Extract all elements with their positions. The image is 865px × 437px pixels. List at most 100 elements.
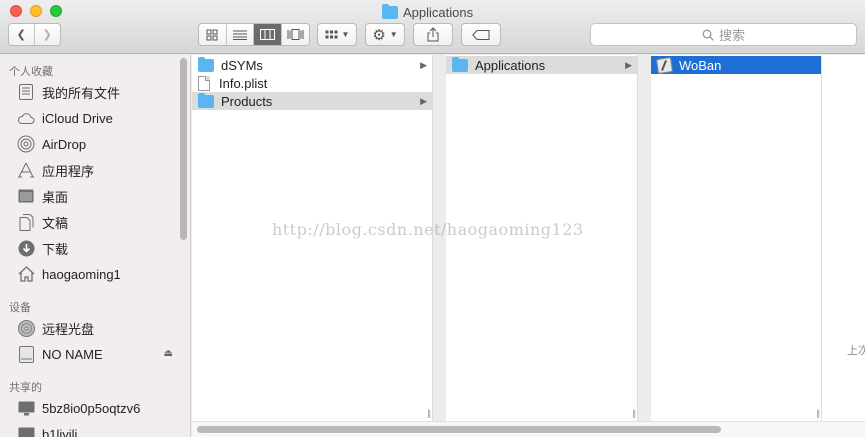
sidebar-item-label: 应用程序 [42,163,95,179]
applications-icon [17,161,35,179]
column-resize-handle[interactable]: || [427,408,431,418]
back-forward-control: ❮ ❯ [8,23,61,46]
search-placeholder: 搜索 [718,28,745,43]
tags-button[interactable] [461,23,501,46]
computer-icon [17,425,35,437]
drive-icon [17,345,35,363]
sidebar-item-label: 桌面 [42,189,69,205]
desktop-icon [17,187,35,205]
sidebar-item-label: NO NAME [42,346,103,362]
view-mode-control [198,23,310,46]
watermark: http://blog.csdn.net/haogaoming123 [272,220,584,239]
sidebar-item-label: 文稿 [42,215,69,231]
sidebar-item-documents[interactable]: 文稿 [17,211,177,233]
sidebar-item-applications[interactable]: 应用程序 [17,159,177,181]
browser-column-3: WoBan || [651,55,822,421]
list-item-label: Info.plist [219,75,268,91]
folder-icon [198,92,214,108]
column-resize-handle[interactable]: || [632,408,636,418]
sidebar-item-label: b1liyili [42,426,78,437]
list-item-label: WoBan [679,57,722,73]
sidebar-item-icloud-drive[interactable]: iCloud Drive [17,107,177,129]
back-button[interactable]: ❮ [9,24,35,45]
forward-icon: ❯ [42,29,52,41]
list-item-label: Products [221,93,273,109]
list-item[interactable]: Info.plist [192,74,432,92]
list-icon [232,30,247,40]
gear-icon: ⚙ [372,26,386,44]
sidebar-item-shared-computer[interactable]: 5bz8io0p5oqtzv6 [17,397,177,419]
folder-icon [382,3,398,19]
horizontal-scrollbar[interactable] [197,426,721,433]
list-item[interactable]: WoBan [651,56,821,74]
back-icon: ❮ [16,29,26,41]
sidebar-item-label: 远程光盘 [42,321,95,337]
folder-icon [452,56,468,72]
window-title-text: Applications [403,4,474,20]
share-button[interactable] [413,23,453,46]
sidebar-header-favorites: 个人收藏 [9,66,53,78]
sidebar-item-no-name[interactable]: NO NAME ⏏ [17,343,177,365]
document-icon [198,75,210,91]
window-title: Applications [382,3,473,21]
computer-icon [17,399,35,417]
sidebar-item-label: haogaoming1 [42,266,121,282]
preview-last-opened-label: 上次 [847,345,865,357]
sidebar-item-all-files[interactable]: 我的所有文件 [17,81,177,103]
sidebar-item-label: AirDrop [42,136,87,152]
share-icon [427,27,439,42]
sidebar-scrollbar[interactable] [180,58,187,240]
action-button[interactable]: ⚙ ▼ [365,23,405,46]
search-icon [702,29,714,41]
column-resize-handle[interactable]: || [816,408,820,418]
icon-grid-icon [206,29,218,40]
preview-pane: 上次 [822,55,865,421]
disclosure-arrow-icon: ▶ [420,95,427,106]
sidebar-item-shared-computer[interactable]: b1liyili [17,423,177,437]
coverflow-icon [287,29,304,40]
chevron-down-icon: ▼ [389,30,398,39]
sidebar-item-desktop[interactable]: 桌面 [17,185,177,207]
sidebar-item-airdrop[interactable]: AirDrop [17,133,177,155]
sidebar-item-home[interactable]: haogaoming1 [17,263,177,285]
disclosure-arrow-icon: ▶ [420,59,427,70]
download-icon [17,239,35,257]
app-icon [656,56,673,74]
list-item-label: Applications [475,57,546,73]
columns-icon [259,29,275,40]
zoom-window-button[interactable] [50,5,62,17]
list-item[interactable]: Products ▶ [192,92,432,110]
sidebar-item-label: 下载 [42,241,69,257]
sidebar-item-remote-disc[interactable]: 远程光盘 [17,317,177,339]
home-icon [17,265,35,283]
sidebar-item-label: 我的所有文件 [42,85,121,101]
folder-icon [198,56,214,72]
toolbar: Applications ❮ ❯ ▼ ⚙ ▼ 搜索 [0,0,865,54]
sidebar-item-label: 5bz8io0p5oqtzv6 [42,400,141,416]
forward-button[interactable]: ❯ [34,24,60,45]
disc-icon [17,319,35,337]
list-item-label: dSYMs [221,57,263,73]
coverflow-view-button[interactable] [281,24,309,45]
close-window-button[interactable] [10,5,22,17]
minimize-window-button[interactable] [30,5,42,17]
airdrop-icon [17,135,35,153]
sidebar-header-devices: 设备 [9,302,31,314]
list-view-button[interactable] [226,24,254,45]
arrange-button[interactable]: ▼ [317,23,357,46]
disclosure-arrow-icon: ▶ [625,59,632,70]
documents-icon [17,213,35,231]
column-view-button[interactable] [254,24,282,45]
arrange-grid-icon [325,30,338,38]
sidebar: 个人收藏 我的所有文件 iCloud Drive AirDrop 应用程序 桌面 [0,55,191,437]
chevron-down-icon: ▼ [341,30,350,39]
sidebar-item-label: iCloud Drive [42,110,113,126]
eject-icon[interactable]: ⏏ [164,348,173,359]
list-item[interactable]: dSYMs ▶ [192,56,432,74]
list-item[interactable]: Applications ▶ [446,56,637,74]
all-files-icon [17,83,35,101]
icon-view-button[interactable] [199,24,227,45]
cloud-icon [17,109,35,127]
search-field[interactable]: 搜索 [590,23,857,46]
sidebar-item-downloads[interactable]: 下载 [17,237,177,259]
